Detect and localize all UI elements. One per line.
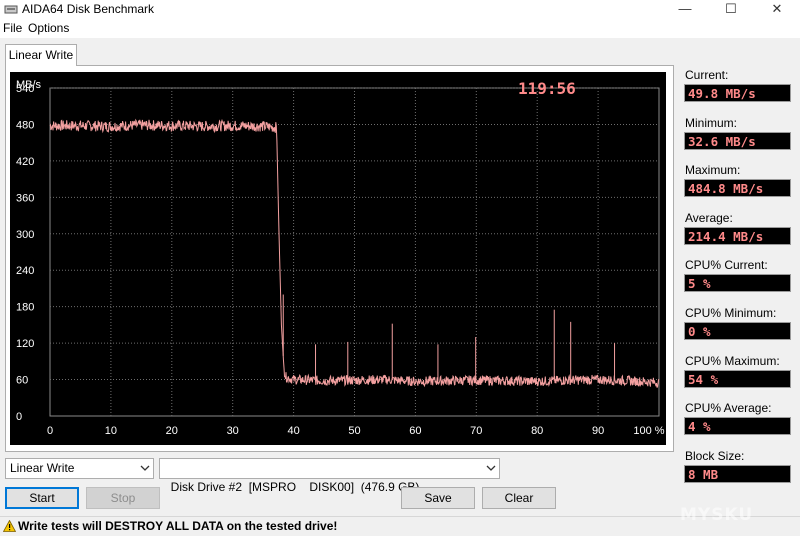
stat-value: 8 MB — [684, 465, 791, 483]
y-tick-label: 480 — [16, 119, 34, 131]
x-tick-label: 30 — [227, 425, 239, 437]
minimize-button[interactable]: — — [662, 0, 708, 20]
test-type-select[interactable]: Linear Write — [5, 458, 154, 479]
y-tick-labels: 060120180240300360420480540 — [16, 83, 34, 423]
x-tick-label: 20 — [166, 425, 178, 437]
watermark-logo: MYSKU — [680, 505, 754, 525]
save-button[interactable]: Save — [401, 487, 475, 509]
x-tick-label: 40 — [287, 425, 299, 437]
y-tick-label: 300 — [16, 229, 34, 241]
elapsed-timer: 119:56 — [518, 79, 576, 98]
x-tick-label: 10 — [105, 425, 117, 437]
start-button[interactable]: Start — [5, 487, 79, 509]
menu-file[interactable]: File — [3, 21, 22, 35]
stat-value: 0 % — [684, 322, 791, 340]
destroy-data-warning: Write tests will DESTROY ALL DATA on the… — [18, 519, 338, 533]
x-tick-labels: 0 10 20 30 40 50 60 70 80 90 100 % — [47, 425, 665, 437]
y-tick-label: 60 — [16, 375, 28, 387]
x-tick-label: 90 — [592, 425, 604, 437]
stop-button[interactable]: Stop — [86, 487, 160, 509]
stat-value: 32.6 MB/s — [684, 132, 791, 150]
y-tick-label: 120 — [16, 338, 34, 350]
menu-bar: File Options — [0, 20, 800, 38]
stat-label: CPU% Maximum: — [685, 354, 780, 368]
stat-label: Minimum: — [685, 116, 738, 130]
window-title: AIDA64 Disk Benchmark — [22, 2, 155, 16]
y-tick-label: 240 — [16, 265, 34, 277]
disk-benchmark-icon — [4, 5, 18, 14]
close-button[interactable]: ✕ — [754, 0, 800, 20]
x-tick-label: 0 — [47, 425, 53, 437]
stat-value: 5 % — [684, 274, 791, 292]
stat-label: CPU% Current: — [685, 258, 768, 272]
tab-linear-write[interactable]: Linear Write — [5, 44, 77, 66]
drive-select-value: Disk Drive #2 [MSPRO DISK00] (476.9 GB) — [170, 480, 420, 494]
y-tick-label: 0 — [16, 411, 22, 423]
clear-button[interactable]: Clear — [482, 487, 556, 509]
y-tick-label: 180 — [16, 302, 34, 314]
chart-grid — [49, 87, 660, 417]
stat-label: Block Size: — [685, 449, 745, 463]
chevron-down-icon — [486, 465, 496, 471]
maximize-button[interactable]: ☐ — [708, 0, 754, 20]
stat-value: 54 % — [684, 370, 791, 388]
throughput-chart: 060120180240300360420480540 0 10 20 30 40 50 6… — [16, 79, 665, 437]
plot-border — [49, 87, 660, 417]
stat-label: Current: — [685, 68, 729, 82]
stat-label: Average: — [685, 211, 733, 225]
x-tick-label: 60 — [409, 425, 421, 437]
stat-label: Maximum: — [685, 163, 741, 177]
stat-value: 4 % — [684, 417, 791, 435]
stat-label: CPU% Minimum: — [685, 306, 777, 320]
chevron-down-icon — [140, 465, 150, 471]
stat-value: 214.4 MB/s — [684, 227, 791, 245]
series-spikes — [282, 294, 616, 381]
stat-value: 49.8 MB/s — [684, 84, 791, 102]
stat-label: CPU% Average: — [685, 401, 772, 415]
x-tick-label: 70 — [470, 425, 482, 437]
x-tick-label: 50 — [348, 425, 360, 437]
title-bar: AIDA64 Disk Benchmark — ☐ ✕ — [0, 0, 800, 20]
x-tick-label: 100 % — [633, 425, 664, 437]
menu-options[interactable]: Options — [28, 21, 69, 35]
benchmark-graph: 0 60 120 180 240 300 360 420 480 540 0 10 20 30 40 50 6… — [10, 72, 666, 445]
y-tick-label: 420 — [16, 156, 34, 168]
x-tick-label: 80 — [531, 425, 543, 437]
stat-value: 484.8 MB/s — [684, 179, 791, 197]
warning-icon — [3, 520, 16, 532]
test-type-value: Linear Write — [10, 461, 75, 475]
y-tick-label: 360 — [16, 192, 34, 204]
drive-select[interactable]: Disk Drive #2 [MSPRO DISK00] (476.9 GB) — [159, 458, 500, 494]
y-axis-label: MB/s — [16, 79, 42, 91]
